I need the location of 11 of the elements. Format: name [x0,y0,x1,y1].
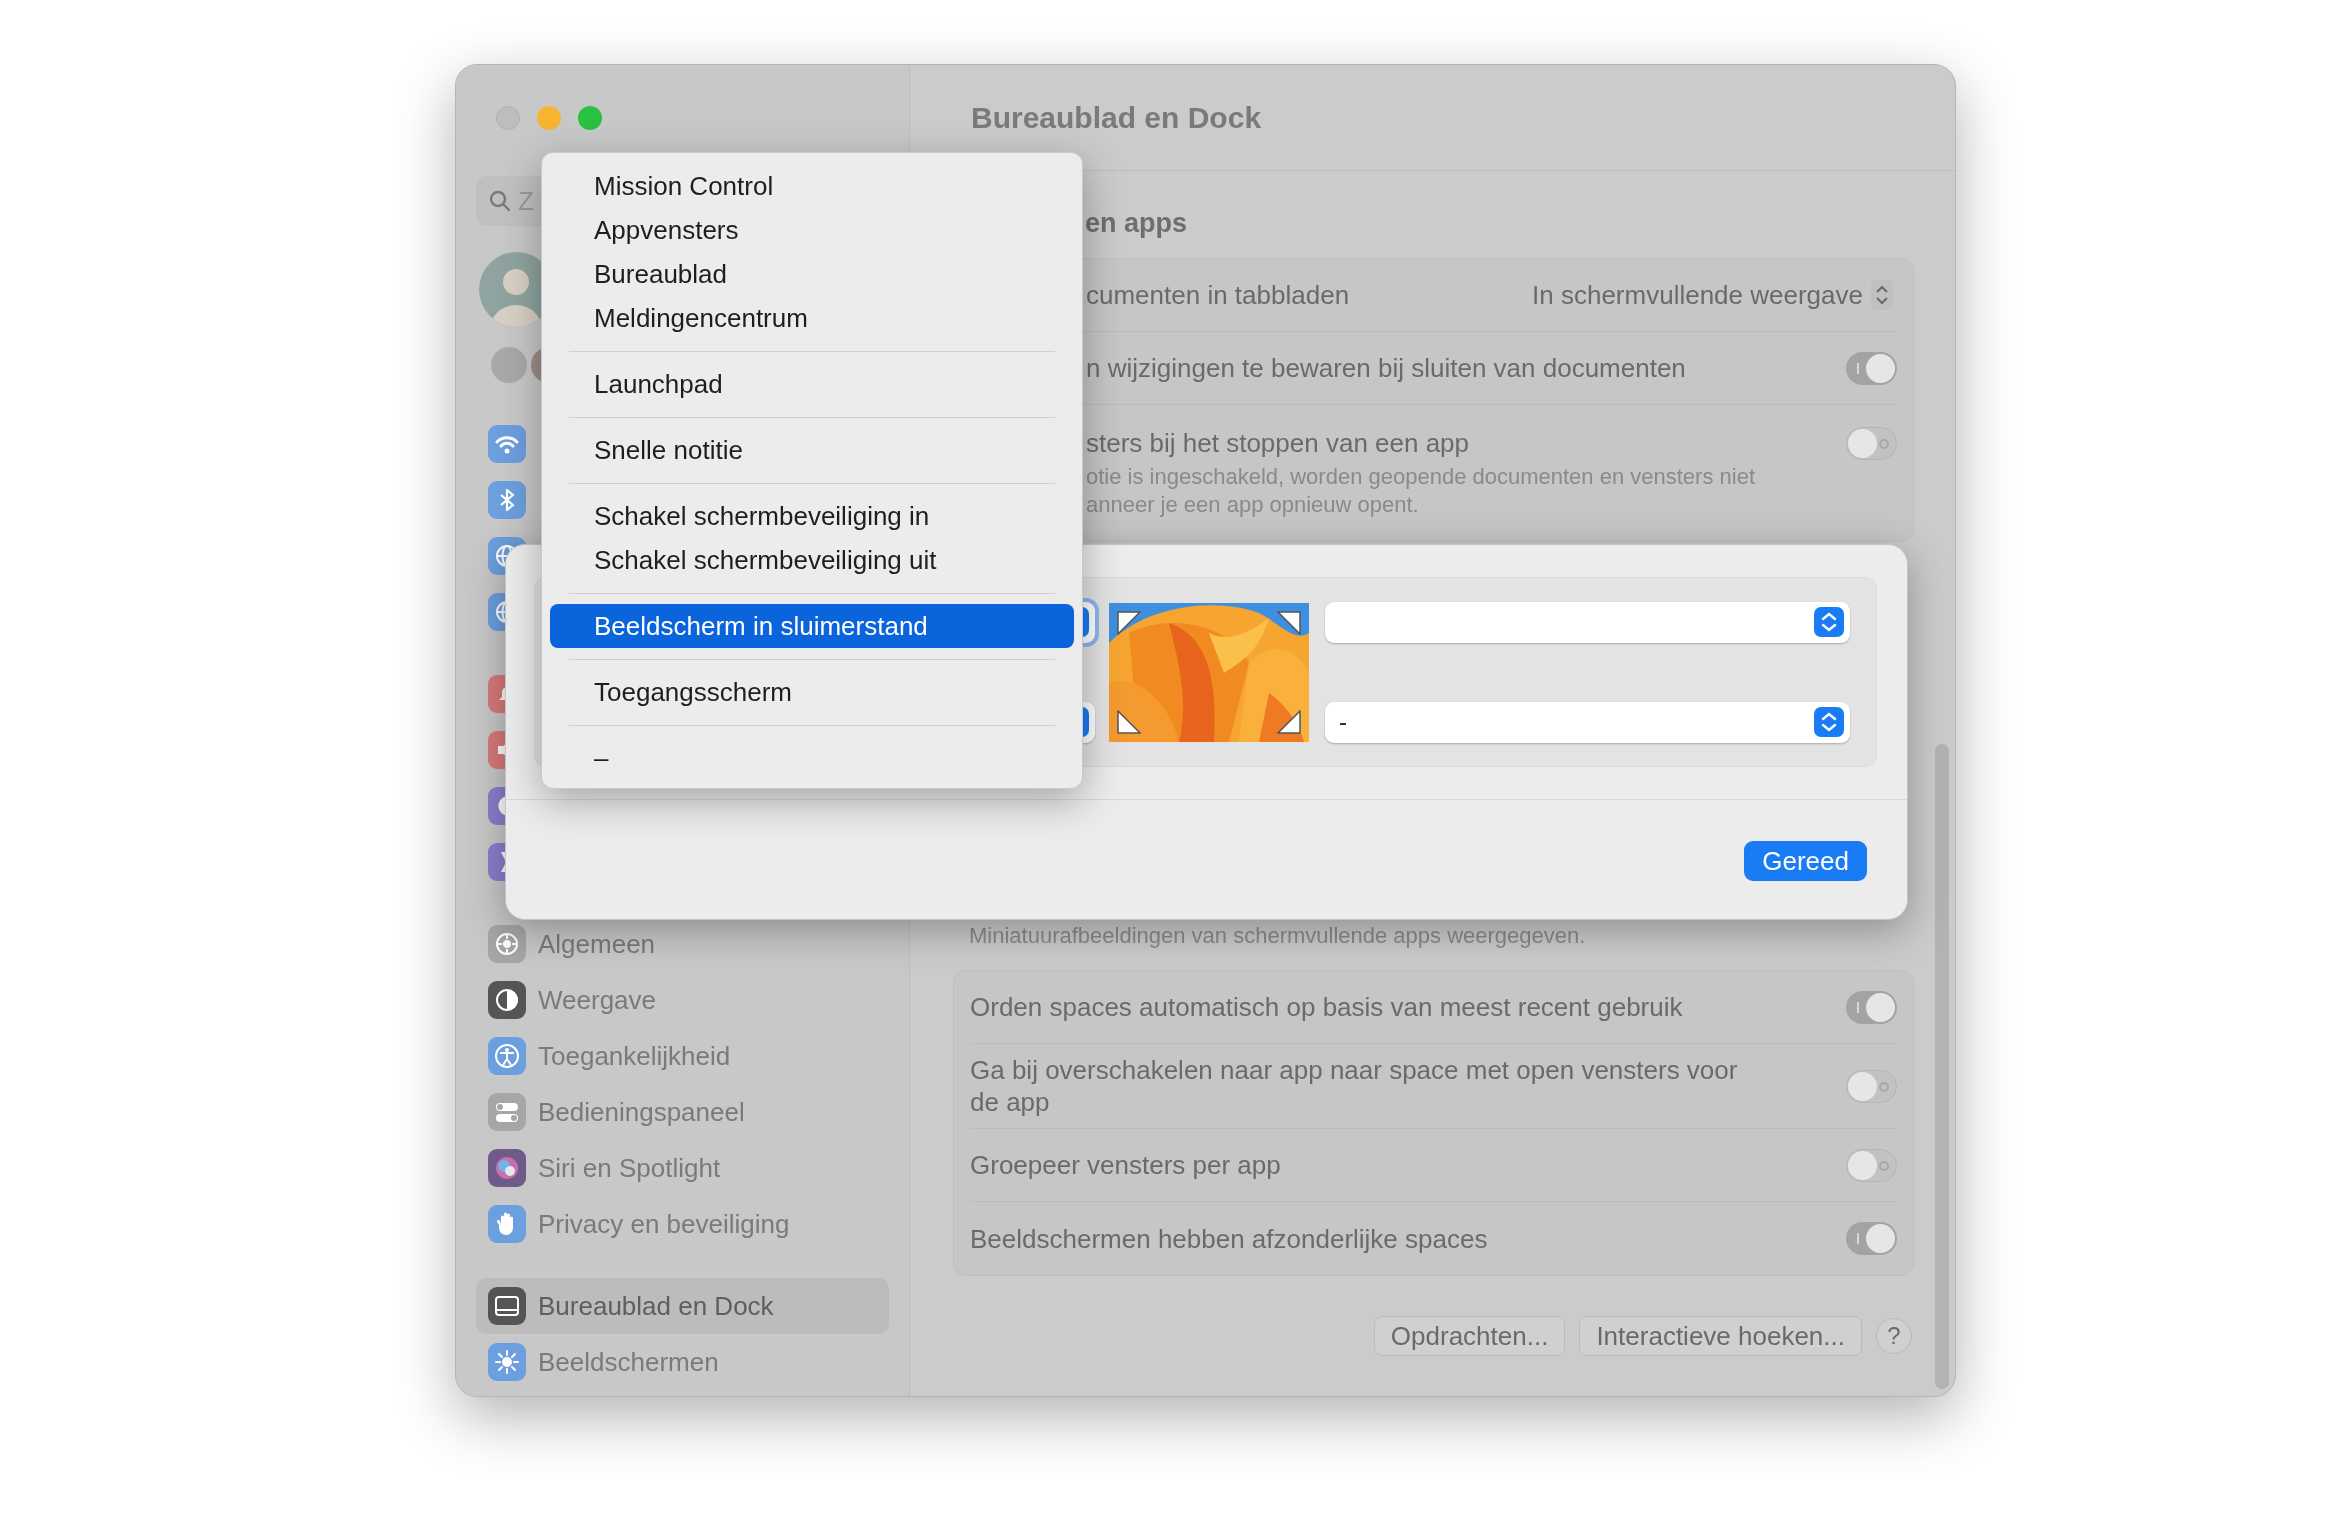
setting-label: Ga bij overschakelen naar app naar space met open vensters voor de app [970,1054,1739,1118]
setting-label: Groepeer vensters per app [970,1149,1281,1181]
setting-label: Orden spaces automatisch op basis van meest recent gebruik [970,991,1683,1023]
section-heading: en apps [1085,208,1189,238]
description-text: otie is ingeschakeld, worden geopende documenten en vensters niet anneer je een app opnieuw opent. [1086,463,1755,519]
description-text: Miniatuurafbeeldingen van schermvullende apps weergegeven. [969,922,1587,950]
setting-label: Beeldschermen hebben afzonderlijke spaces [970,1222,1488,1255]
setting-label: cumenten in tabbladen [1086,279,1350,311]
window-title: Bureaublad en Dock [971,100,1262,136]
setting-label: n wijzigingen te bewaren bij sluiten van documenten [1086,352,1686,384]
setting-label: sters bij het stoppen van een app [1086,427,1471,459]
